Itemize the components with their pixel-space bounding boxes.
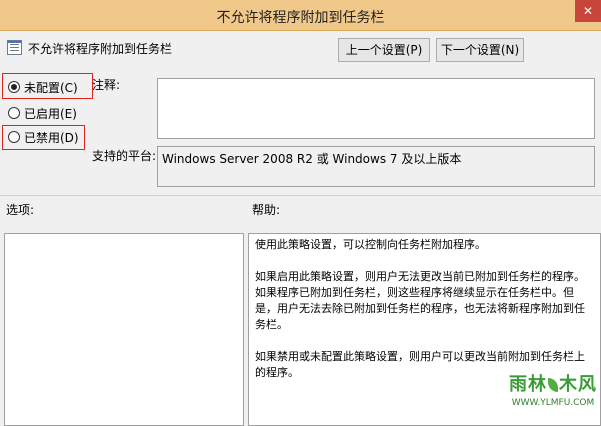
- close-button[interactable]: ✕: [575, 0, 601, 22]
- leaf-icon: [548, 378, 558, 392]
- supported-platform-label: 支持的平台:: [92, 149, 157, 163]
- options-label: 选项:: [6, 203, 35, 217]
- help-paragraph: 如果启用此策略设置，则用户无法更改当前已附加到任务栏的程序。如果程序已附加到任务…: [255, 270, 585, 331]
- help-label: 帮助:: [252, 203, 281, 217]
- window-title: 不允许将程序附加到任务栏: [216, 10, 385, 26]
- section-divider: [0, 195, 601, 196]
- policy-name: 不允许将程序附加到任务栏: [28, 42, 173, 56]
- radio-label-enabled: 已启用(E): [24, 106, 77, 121]
- watermark-brand: 雨林 木风: [509, 370, 597, 396]
- policy-dialog: 不允许将程序附加到任务栏 上一个设置(P) 下一个设置(N) 未配置(C) 已启…: [0, 31, 601, 426]
- watermark-url: WWW.YLMFU.COM: [511, 398, 595, 408]
- watermark-brand-right: 木风: [559, 374, 597, 395]
- options-panel: [4, 233, 244, 426]
- supported-platform-value: Windows Server 2008 R2 或 Windows 7 及以上版本: [157, 146, 595, 187]
- highlight-box-not-configured: [2, 73, 93, 99]
- help-paragraph: 使用此策略设置，可以控制向任务栏附加程序。: [255, 238, 486, 251]
- radio-enabled[interactable]: 已启用(E): [8, 104, 77, 122]
- comment-label: 注释:: [92, 78, 121, 92]
- title-bar: 不允许将程序附加到任务栏 ✕: [0, 0, 601, 31]
- watermark-brand-left: 雨林: [509, 374, 547, 395]
- policy-setting-icon: [7, 40, 22, 55]
- comment-textarea[interactable]: [157, 78, 595, 139]
- radio-unselected-icon: [8, 107, 20, 119]
- previous-setting-button[interactable]: 上一个设置(P): [338, 38, 430, 62]
- next-setting-button[interactable]: 下一个设置(N): [436, 38, 524, 62]
- highlight-box-disabled: [2, 125, 85, 150]
- site-watermark-logo: 雨林 木风 WWW.YLMFU.COM: [509, 370, 597, 422]
